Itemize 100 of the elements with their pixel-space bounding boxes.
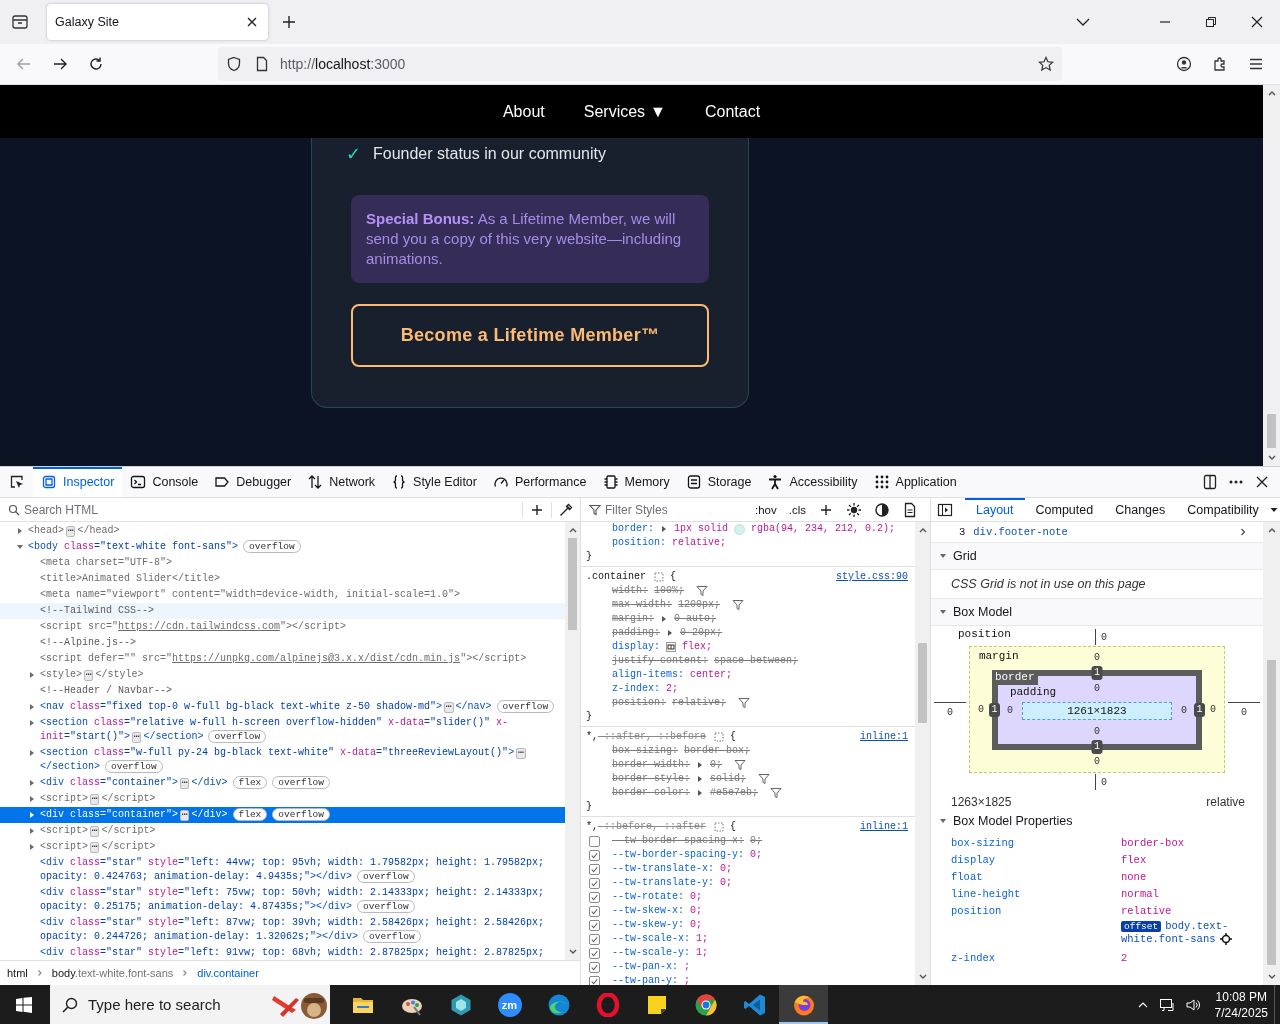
breadcrumb[interactable]: div.container — [197, 967, 259, 979]
property-value[interactable]: border-box — [1121, 837, 1184, 849]
property-name[interactable]: z-index: — [612, 682, 660, 696]
expand-arrow-icon[interactable] — [28, 671, 36, 679]
windows-start-icon[interactable] — [16, 996, 32, 1013]
dock-icon[interactable] — [1202, 474, 1218, 490]
markup-row[interactable]: <div class="container"> ⋯ </div> flex overflow — [0, 807, 565, 823]
box-value[interactable]: 0 — [1101, 631, 1107, 643]
ellipsis-button[interactable]: ⋯ — [444, 702, 454, 713]
property-value[interactable]: 1px solid — [674, 522, 729, 536]
class-toggle[interactable]: .cls — [788, 503, 806, 516]
property-value[interactable]: 100%; — [654, 584, 685, 598]
property-name[interactable]: --tw-translate-x: — [612, 862, 715, 876]
checkbox[interactable] — [589, 877, 600, 889]
expand-arrow-icon[interactable] — [28, 719, 36, 727]
funnel-icon[interactable] — [758, 773, 771, 785]
source-link[interactable]: inline:1 — [860, 730, 908, 744]
property-value[interactable]: none — [1121, 871, 1147, 883]
sun-icon[interactable] — [846, 501, 862, 518]
property-value[interactable]: 0 20px; — [680, 626, 723, 640]
flexbox-toggle-icon[interactable] — [666, 642, 676, 652]
markup-row[interactable]: <div class="star" style="left: 75vw; top: 50vh; width: 2.14333px; height: 2.14333px; opacity: 0.25175; animation-delay: 4.87435s;"></div> overflow — [0, 885, 565, 915]
property-name[interactable]: border: — [612, 522, 654, 536]
flex-item-selector[interactable]: div.footer-note — [973, 526, 1068, 538]
box-value[interactable]: 0 — [1093, 726, 1100, 737]
ellipsis-button[interactable]: ⋯ — [90, 826, 100, 837]
property-name[interactable]: --tw-scale-x: — [612, 932, 690, 946]
expand-arrow-icon[interactable] — [28, 749, 36, 757]
ellipsis-button[interactable]: ⋯ — [180, 778, 190, 789]
search-box[interactable]: Type here to search — [50, 985, 330, 1024]
layout-badge[interactable]: overflow — [496, 700, 555, 713]
property-value[interactable]: solid; — [710, 772, 747, 786]
property-name[interactable]: --tw-skew-x: — [612, 904, 684, 918]
property-value[interactable]: ; — [684, 974, 691, 985]
property-name[interactable]: max-width: — [612, 598, 672, 612]
close-icon[interactable] — [1254, 474, 1270, 490]
property-value[interactable]: #e5e7eb; — [710, 786, 759, 800]
nav-link[interactable]: About — [502, 102, 545, 121]
source-link[interactable]: inline:1 — [860, 820, 908, 834]
markup-row[interactable]: <meta name="viewport" content="width=device-width, initial-scale=1.0"> — [0, 587, 565, 603]
property-value[interactable]: 0; — [720, 876, 733, 890]
funnel-icon[interactable] — [738, 697, 751, 709]
scrollbar[interactable] — [1263, 522, 1280, 985]
markup-row[interactable]: <meta charset="UTF-8"> — [0, 555, 565, 571]
markup-row[interactable]: <body class="text-white font-sans"> overflow — [0, 539, 565, 555]
box-value[interactable]: 0 — [1101, 776, 1107, 788]
layout-badge[interactable]: overflow — [243, 540, 301, 553]
markup-row[interactable]: <script defer="" src="https://unpkg.com/alpinejs@3.x.x/dist/cdn.min.js"></script> — [0, 651, 565, 667]
expand-arrow-icon[interactable] — [16, 543, 24, 551]
funnel-icon[interactable] — [696, 585, 709, 597]
property-name[interactable]: --tw-border-spacing-y: — [612, 848, 745, 862]
devtools-tab[interactable]: Storage — [677, 467, 760, 497]
checkbox[interactable] — [589, 891, 600, 903]
dotted-square-icon[interactable] — [714, 822, 725, 832]
box-value[interactable]: 0 — [1241, 706, 1248, 718]
property-name[interactable]: --tw-rotate: — [612, 890, 684, 904]
membership-button[interactable]: Become a Lifetime Member™ — [351, 304, 709, 367]
scrollbar[interactable] — [1263, 85, 1280, 466]
close-icon[interactable] — [1251, 16, 1263, 28]
section-header[interactable]: Box Model — [931, 598, 1263, 626]
contrast-icon[interactable] — [874, 501, 890, 518]
property-value[interactable]: 0; — [750, 848, 763, 862]
layout-badge[interactable]: overflow — [357, 870, 415, 883]
browser-tab[interactable]: Galaxy Site — [47, 4, 268, 40]
property-name[interactable]: justify-content: — [612, 654, 708, 668]
devtools-tab[interactable]: Performance — [484, 467, 595, 497]
ellipsis-button[interactable]: ⋯ — [84, 670, 94, 681]
expand-arrow-icon[interactable] — [16, 527, 24, 535]
property-name[interactable]: position: — [612, 536, 666, 550]
property-value[interactable]: 1200px; — [678, 598, 721, 612]
layout-badge[interactable]: overflow — [272, 776, 330, 789]
color-swatch[interactable] — [734, 523, 746, 535]
markup-row[interactable]: <nav class="fixed top-0 w-full bg-black text-white z-50 shadow-md"> ⋯ </nav> overflow — [0, 699, 565, 715]
menu-icon[interactable] — [1248, 56, 1264, 72]
property-name[interactable]: padding: — [612, 626, 660, 640]
property-name[interactable]: align-items: — [612, 668, 684, 682]
markup-row[interactable]: <!--Header / Navbar--> — [0, 683, 565, 699]
dotted-square-icon[interactable] — [714, 732, 725, 742]
property-value[interactable]: 0; — [690, 890, 703, 904]
devtools-tab[interactable]: Network — [299, 467, 384, 497]
puzzle-icon[interactable] — [1212, 56, 1228, 72]
close-icon[interactable] — [246, 16, 258, 28]
property-name[interactable]: margin: — [612, 612, 654, 626]
element-picker-icon[interactable] — [8, 474, 25, 490]
property-value[interactable]: normal — [1121, 888, 1159, 900]
restore-icon[interactable] — [1205, 16, 1217, 28]
devtools-tab[interactable]: Style Editor — [383, 467, 485, 497]
property-value[interactable]: flex; — [682, 640, 713, 654]
account-icon[interactable] — [1176, 56, 1192, 72]
document-icon[interactable] — [902, 501, 918, 518]
star-icon[interactable] — [1038, 56, 1054, 72]
shield-icon[interactable] — [226, 56, 242, 72]
network-icon[interactable] — [1158, 996, 1175, 1013]
box-value[interactable]: 0 — [946, 706, 953, 718]
checkbox[interactable] — [589, 919, 600, 931]
reload-icon[interactable] — [88, 56, 104, 72]
eyedropper-icon[interactable] — [558, 501, 574, 518]
box-value[interactable]: 0 — [1171, 705, 1196, 716]
breadcrumb[interactable]: html — [7, 967, 28, 979]
property-value[interactable]: rgba(94, 234, 212, 0.2); — [751, 522, 896, 536]
